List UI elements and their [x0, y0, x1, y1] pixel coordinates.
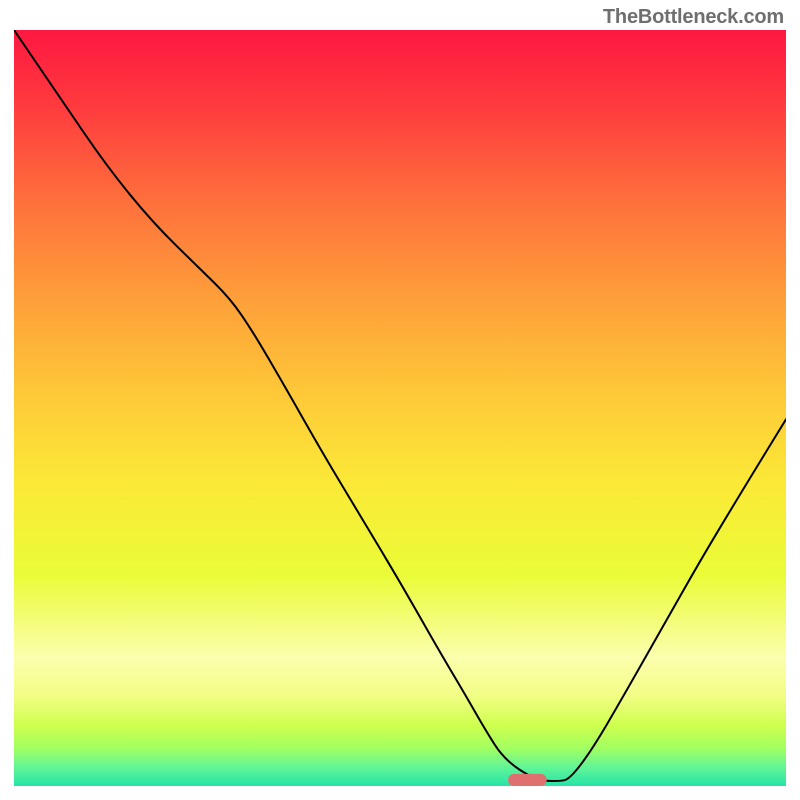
- chart-svg: [14, 30, 786, 786]
- chart-area: [14, 30, 786, 786]
- watermark-text: TheBottleneck.com: [603, 6, 784, 29]
- chart-background: [14, 30, 786, 786]
- optimal-point: [508, 774, 547, 786]
